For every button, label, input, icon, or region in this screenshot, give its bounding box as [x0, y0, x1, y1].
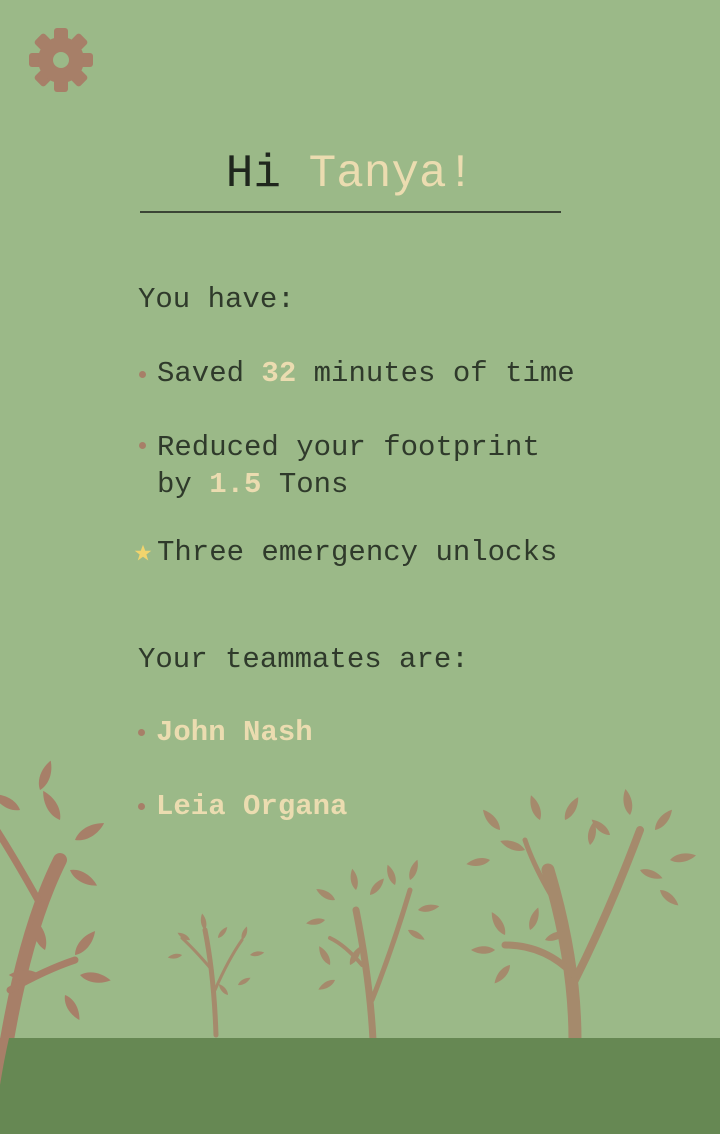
gear-icon — [29, 28, 93, 92]
bullet-icon — [138, 729, 145, 736]
stat-time-saved: Saved 32 minutes of time — [157, 357, 575, 390]
teammate-item[interactable]: John Nash — [156, 714, 313, 751]
bullet-icon — [139, 442, 146, 449]
ground — [0, 1038, 720, 1134]
stat-footprint: Reduced your footprint by 1.5 Tons — [157, 431, 540, 501]
title-divider — [140, 211, 561, 213]
greeting-title: Hi Tanya! — [140, 148, 560, 200]
settings-button[interactable] — [28, 27, 94, 93]
user-name: Tanya! — [308, 148, 475, 200]
stat-emergency-unlocks: Three emergency unlocks — [157, 536, 558, 569]
greeting-prefix: Hi — [225, 148, 281, 200]
stats-heading: You have: — [138, 283, 295, 316]
star-icon — [134, 544, 152, 561]
time-saved-value: 32 — [261, 357, 297, 390]
bullet-icon — [139, 371, 146, 378]
footprint-value: 1.5 — [209, 468, 262, 501]
team-heading: Your teammates are: — [138, 643, 469, 676]
tree-scenery — [0, 760, 720, 1134]
